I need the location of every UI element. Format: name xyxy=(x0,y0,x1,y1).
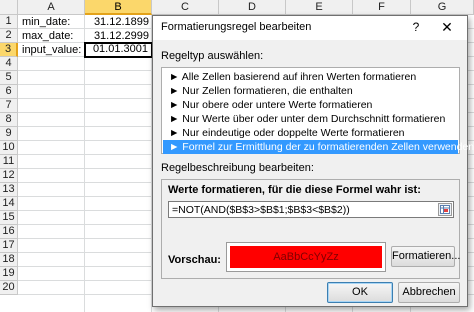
cell-a3[interactable]: input_value: xyxy=(19,43,85,57)
rule-type-item[interactable]: ► Nur obere oder untere Werte formatiere… xyxy=(163,98,458,112)
formula-heading: Werte formatieren, für die diese Formel … xyxy=(168,184,421,196)
rule-type-item[interactable]: ► Nur eindeutige oder doppelte Werte for… xyxy=(163,126,458,140)
row-header-8[interactable]: 8 xyxy=(0,113,18,127)
row-header-4[interactable]: 4 xyxy=(0,57,18,71)
column-header-f[interactable]: F xyxy=(353,0,411,15)
cell-a2[interactable]: max_date: xyxy=(19,29,85,43)
dialog-title: Formatierungsregel bearbeiten xyxy=(161,21,312,33)
column-header-c[interactable]: C xyxy=(152,0,219,15)
row-header-2[interactable]: 2 xyxy=(0,29,18,43)
dialog-titlebar[interactable]: Formatierungsregel bearbeiten ? ✕ xyxy=(153,16,467,40)
row-header-11[interactable]: 11 xyxy=(0,155,18,169)
cell-a1[interactable]: min_date: xyxy=(19,15,85,29)
column-header-a[interactable]: A xyxy=(18,0,85,15)
rule-type-item[interactable]: ► Nur Zellen formatieren, die enthalten xyxy=(163,84,458,98)
row-header-7[interactable]: 7 xyxy=(0,99,18,113)
row-header-13[interactable]: 13 xyxy=(0,183,18,197)
rule-description-label: Regelbeschreibung bearbeiten: xyxy=(161,162,314,174)
column-header-g[interactable]: G xyxy=(411,0,474,15)
formula-input[interactable]: =NOT(AND($B$3>$B$1;$B$3<$B$2)) xyxy=(168,201,454,218)
formula-value: =NOT(AND($B$3>$B$1;$B$3<$B$2)) xyxy=(172,204,350,216)
row-header-14[interactable]: 14 xyxy=(0,197,18,211)
row-header-5[interactable]: 5 xyxy=(0,71,18,85)
row-header-6[interactable]: 6 xyxy=(0,85,18,99)
rule-type-item[interactable]: ► Nur Werte über oder unter dem Durchsch… xyxy=(163,112,458,126)
rule-description-group: Werte formatieren, für die diese Formel … xyxy=(161,179,460,279)
help-button[interactable]: ? xyxy=(409,20,423,34)
row-header-18[interactable]: 18 xyxy=(0,253,18,267)
close-button[interactable]: ✕ xyxy=(435,18,459,36)
row-header-1[interactable]: 1 xyxy=(0,15,18,29)
format-button[interactable]: Formatieren... xyxy=(391,246,460,267)
row-header-17[interactable]: 17 xyxy=(0,239,18,253)
rule-type-label: Regeltyp auswählen: xyxy=(161,50,264,62)
cancel-button[interactable]: Abbrechen xyxy=(398,282,460,303)
row-header-10[interactable]: 10 xyxy=(0,141,18,155)
row-header-15[interactable]: 15 xyxy=(0,211,18,225)
collapse-dialog-icon[interactable] xyxy=(438,203,452,216)
preview-sample-text: AaBbCcYyZz xyxy=(230,246,382,268)
row-header-9[interactable]: 9 xyxy=(0,127,18,141)
column-header-e[interactable]: E xyxy=(286,0,353,15)
rule-type-item[interactable]: ► Alle Zellen basierend auf ihren Werten… xyxy=(163,70,458,84)
rule-type-item-selected[interactable]: ► Formel zur Ermittlung der zu formatier… xyxy=(163,140,474,154)
cell-b1[interactable]: 31.12.1899 xyxy=(86,15,152,29)
row-header-19[interactable]: 19 xyxy=(0,267,18,281)
ok-button[interactable]: OK xyxy=(327,282,393,303)
row-header-3[interactable]: 3 xyxy=(0,43,18,57)
format-preview: AaBbCcYyZz xyxy=(226,242,386,272)
row-header-20[interactable]: 20 xyxy=(0,281,18,295)
cell-b2[interactable]: 31.12.2999 xyxy=(86,29,152,43)
cell-b3-active[interactable]: 01.01.3001 xyxy=(84,42,153,58)
preview-label: Vorschau: xyxy=(168,254,221,266)
row-header-12[interactable]: 12 xyxy=(0,169,18,183)
select-all-corner[interactable] xyxy=(0,0,18,15)
column-header-b[interactable]: B xyxy=(85,0,152,15)
edit-formatting-rule-dialog: Formatierungsregel bearbeiten ? ✕ Regelt… xyxy=(152,15,474,307)
column-header-d[interactable]: D xyxy=(219,0,286,15)
row-header-16[interactable]: 16 xyxy=(0,225,18,239)
rule-type-list[interactable]: ► Alle Zellen basierend auf ihren Werten… xyxy=(161,67,474,154)
